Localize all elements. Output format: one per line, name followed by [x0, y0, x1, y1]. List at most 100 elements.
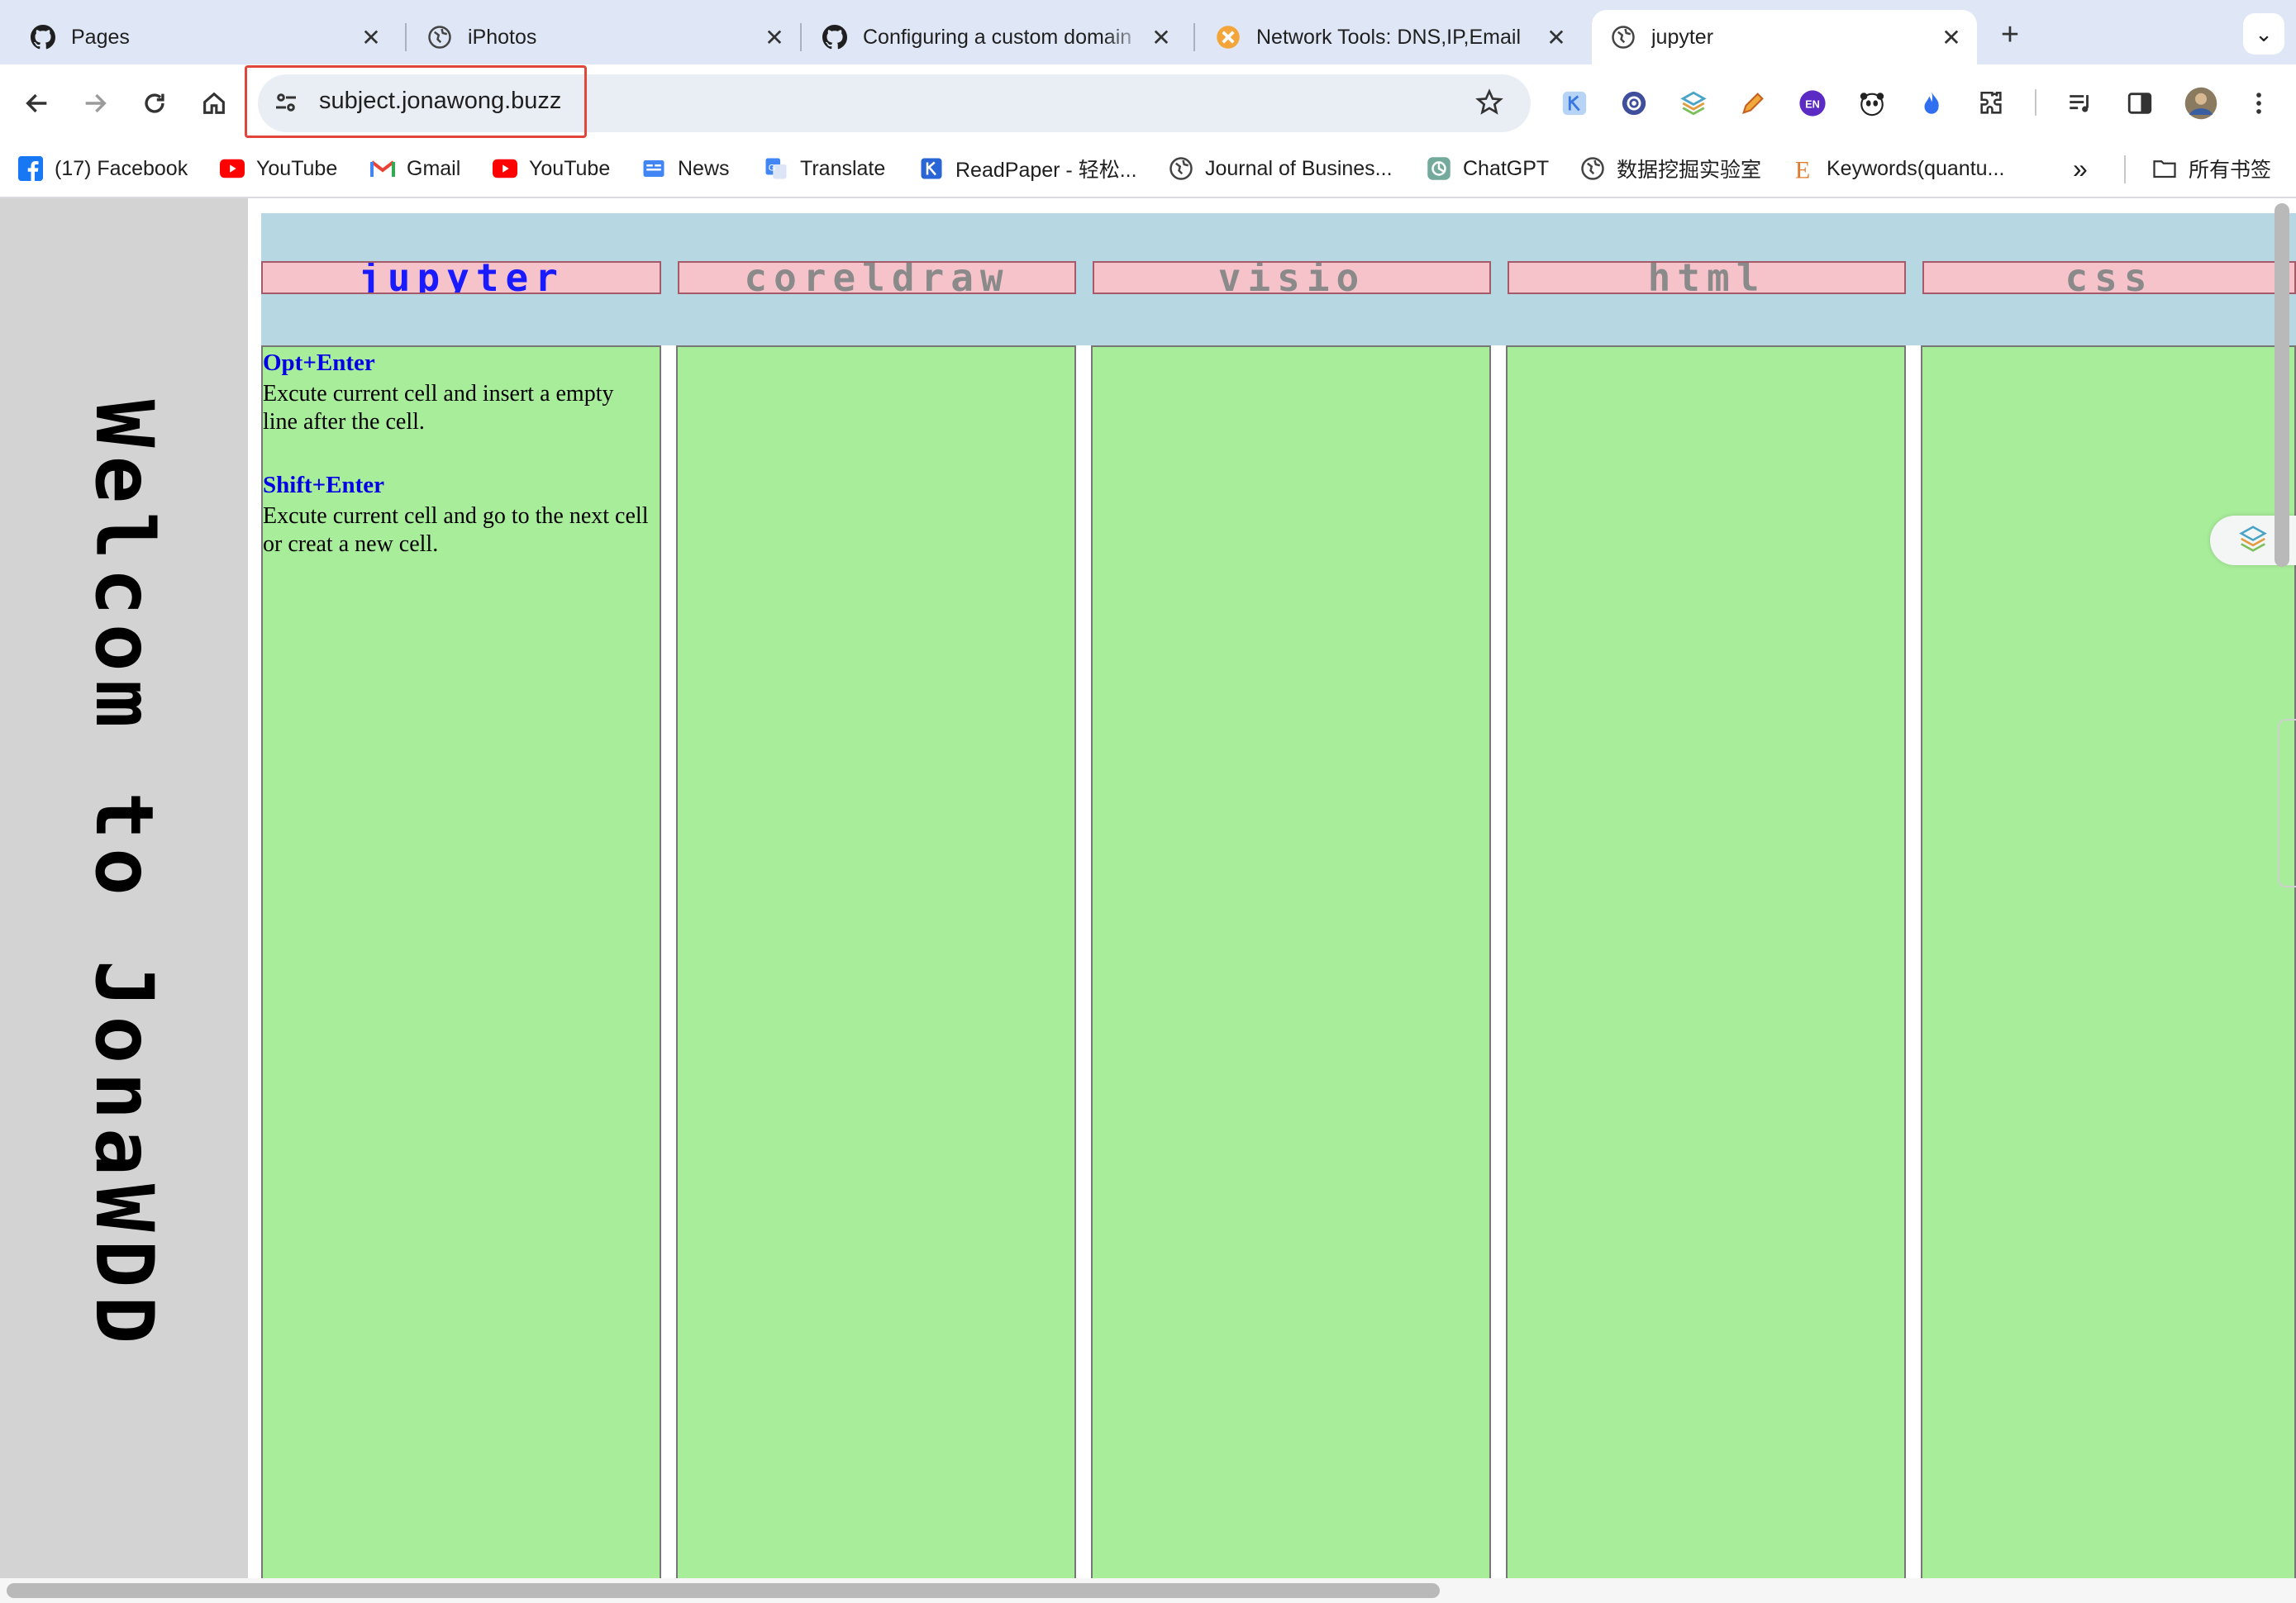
globe-icon	[1610, 24, 1636, 50]
bookmark-label: Journal of Busines...	[1205, 156, 1393, 180]
bookmark-keywords[interactable]: E Keywords(quantu...	[1790, 154, 2005, 183]
youtube-icon	[220, 156, 245, 181]
tab-iphotos[interactable]: iPhotos ✕	[408, 10, 800, 64]
close-tab-icon[interactable]: ✕	[1937, 23, 1965, 51]
bookmark-star-icon[interactable]	[1474, 88, 1504, 117]
e-icon: E	[1790, 156, 1815, 181]
bookmarks-overflow-chevron-icon[interactable]: »	[2073, 154, 2088, 183]
nav-button-css[interactable]: css	[1922, 261, 2296, 294]
content-column-jupyter: Opt+Enter Excute current cell and insert…	[261, 345, 661, 1578]
back-arrow-icon[interactable]	[18, 84, 56, 122]
bookmark-youtube[interactable]: YouTube	[493, 154, 610, 183]
tab-jupyter[interactable]: jupyter ✕	[1592, 10, 1977, 64]
bookmark-data-mining-lab[interactable]: 数据挖掘实验室	[1580, 154, 1761, 183]
network-tools-icon	[1215, 24, 1241, 50]
shortcut-key: Shift+Enter	[263, 472, 385, 498]
tab-title: iPhotos	[468, 25, 537, 49]
nav-button-visio[interactable]: visio	[1093, 261, 1491, 294]
tab-separator	[1193, 23, 1195, 51]
github-icon	[822, 24, 848, 50]
pencil-extension-icon[interactable]	[1737, 88, 1769, 119]
tab-separator	[800, 23, 802, 51]
tab-title: Network Tools: DNS,IP,Email	[1256, 25, 1522, 49]
layers-icon	[2237, 523, 2269, 559]
tab-pages[interactable]: Pages ✕	[12, 10, 397, 64]
shortcut-list: Opt+Enter Excute current cell and insert…	[263, 347, 660, 559]
toolbar-separator	[2035, 89, 2036, 116]
layers-extension-icon[interactable]	[1678, 88, 1709, 119]
nav-button-jupyter[interactable]: jupyter	[261, 261, 661, 294]
svg-text:E: E	[1795, 156, 1810, 181]
readpaper-icon	[919, 156, 944, 181]
url-highlight-box	[245, 65, 587, 138]
bookmark-news[interactable]: News	[641, 154, 730, 183]
close-tab-icon[interactable]: ✕	[1542, 23, 1570, 51]
news-icon	[641, 156, 666, 181]
tab-search-chevron-icon[interactable]: ⌄	[2243, 13, 2284, 55]
close-tab-icon[interactable]: ✕	[357, 23, 385, 51]
forward-arrow-icon[interactable]	[76, 84, 114, 122]
bookmark-label: Translate	[800, 156, 886, 180]
readpaper-extension-icon[interactable]	[1559, 88, 1590, 119]
en-extension-icon[interactable]: EN	[1797, 88, 1828, 119]
shortcut-key: Opt+Enter	[263, 350, 375, 376]
tab-title: Pages	[71, 25, 130, 49]
nav-button-coreldraw[interactable]: coreldraw	[678, 261, 1076, 294]
nav-button-html[interactable]: html	[1508, 261, 1906, 294]
globe-icon	[1169, 156, 1193, 181]
new-tab-button[interactable]: +	[1992, 17, 2028, 53]
welcome-text: Welcom to JonaWDD	[78, 399, 170, 1353]
bookmark-label: (17) Facebook	[55, 156, 188, 180]
globe-icon	[426, 24, 453, 50]
more-menu-icon[interactable]	[2243, 88, 2275, 119]
folder-icon	[2152, 156, 2177, 181]
bookmark-journal-of-business[interactable]: Journal of Busines...	[1169, 154, 1393, 183]
close-tab-icon[interactable]: ✕	[1147, 23, 1175, 51]
bookmark-label: YouTube	[256, 156, 338, 180]
tab-title: jupyter	[1651, 25, 1714, 49]
circle-target-extension-icon[interactable]	[1618, 88, 1650, 119]
panda-extension-icon[interactable]	[1856, 88, 1888, 119]
content-column-visio	[1091, 345, 1491, 1578]
bookmark-translate[interactable]: G Translate	[764, 154, 885, 183]
vertical-scrollbar-thumb[interactable]	[2275, 203, 2289, 567]
globe-icon	[1580, 156, 1605, 181]
tab-strip: Pages ✕ iPhotos ✕ Configuring a custom d…	[0, 0, 2296, 64]
bookmark-label: YouTube	[529, 156, 611, 180]
facebook-icon	[18, 156, 43, 181]
chatgpt-icon	[1427, 156, 1451, 181]
bookmark-label: Keywords(quantu...	[1827, 156, 2005, 180]
bookmark-label: News	[678, 156, 730, 180]
bookmark-youtube[interactable]: YouTube	[220, 154, 337, 183]
github-icon	[30, 24, 56, 50]
all-bookmarks-folder[interactable]: 所有书签	[2152, 154, 2271, 183]
bookmark-readpaper[interactable]: ReadPaper - 轻松...	[919, 154, 1137, 183]
bookmark-label: Gmail	[407, 156, 461, 180]
profile-avatar[interactable]	[2184, 86, 2218, 121]
flame-extension-icon[interactable]	[1916, 88, 1947, 119]
shortcut-description: Excute current cell and insert a empty l…	[263, 381, 614, 435]
tab-title: Configuring a custom domain	[863, 25, 1132, 49]
svg-text:G: G	[769, 164, 776, 174]
extensions-puzzle-icon[interactable]	[1975, 88, 2007, 119]
tab-configuring-custom-domain[interactable]: Configuring a custom domain ✕	[803, 10, 1187, 64]
bookmark-label: ReadPaper - 轻松...	[955, 159, 1137, 182]
bookmark-chatgpt[interactable]: ChatGPT	[1427, 154, 1549, 183]
bookmark-gmail[interactable]: Gmail	[370, 154, 460, 183]
bookmarks-separator	[2124, 155, 2126, 183]
horizontal-scrollbar-thumb[interactable]	[7, 1583, 1440, 1598]
shortcut-description: Excute current cell and go to the next c…	[263, 503, 649, 557]
close-tab-icon[interactable]: ✕	[760, 23, 788, 51]
tab-network-tools[interactable]: Network Tools: DNS,IP,Email ✕	[1197, 10, 1582, 64]
content-column-html	[1506, 345, 1906, 1578]
bookmark-facebook[interactable]: (17) Facebook	[18, 154, 188, 183]
web-page: Welcom to JonaWDD jupyter coreldraw visi…	[0, 198, 2296, 1578]
translate-icon: G	[764, 156, 788, 181]
reload-icon[interactable]	[136, 84, 174, 122]
side-panel-icon[interactable]	[2124, 88, 2155, 119]
svg-text:EN: EN	[1805, 98, 1820, 111]
all-bookmarks-label: 所有书签	[2189, 159, 2272, 182]
home-icon[interactable]	[195, 84, 233, 122]
media-playlist-icon[interactable]	[2065, 88, 2096, 119]
side-scroll-handle[interactable]	[2278, 719, 2296, 887]
